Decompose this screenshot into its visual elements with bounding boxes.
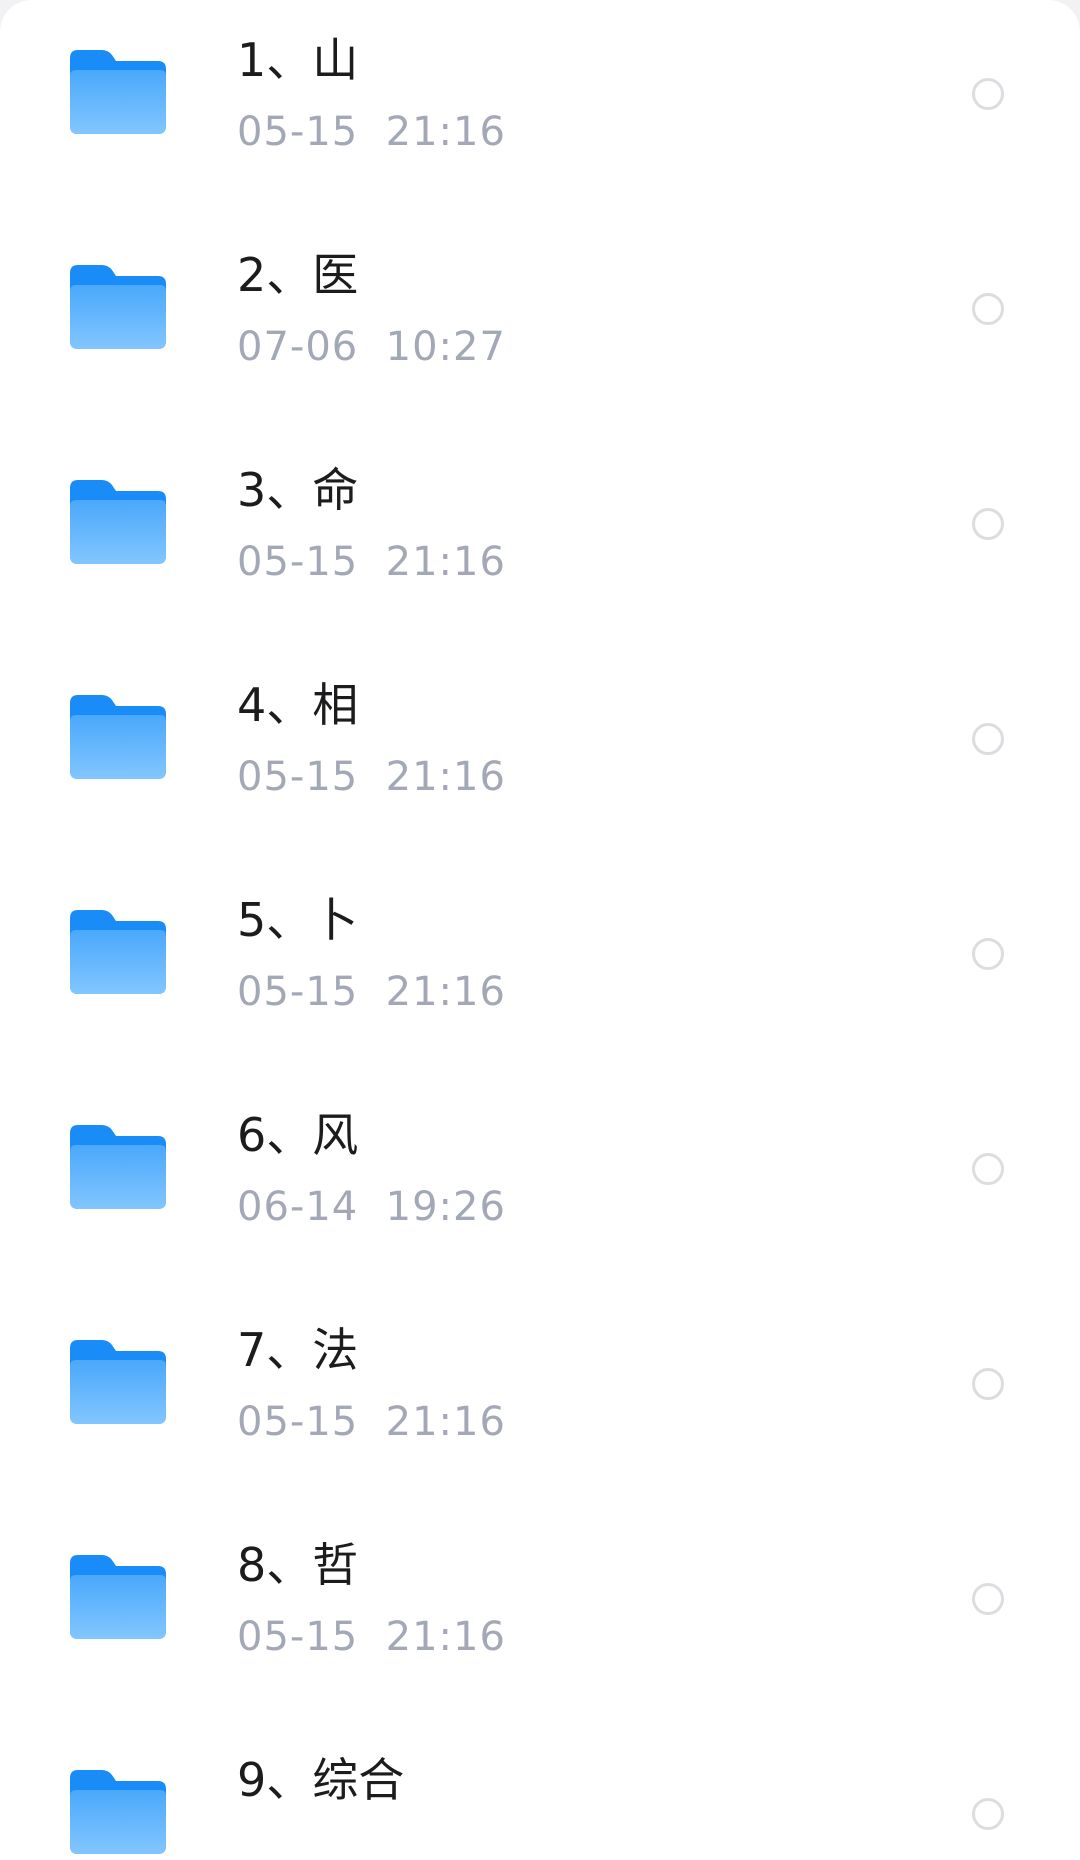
folder-row[interactable]: 5、卜 05-15 21:16 — [0, 860, 1080, 1075]
folder-row[interactable]: 6、风 06-14 19:26 — [0, 1075, 1080, 1290]
folder-date: 05-15 21:16 — [237, 754, 506, 800]
folder-row[interactable]: 3、命 05-15 21:16 — [0, 430, 1080, 645]
folder-name: 7、法 — [237, 1323, 359, 1377]
folder-list: 1、山 05-15 21:16 2、医 07-06 10:27 3、命 05-1… — [0, 0, 1080, 1860]
folder-icon — [70, 265, 166, 349]
folder-name: 8、哲 — [237, 1538, 359, 1592]
folder-date: 05-15 21:16 — [237, 969, 506, 1015]
radio-circle-icon[interactable] — [972, 1798, 1004, 1830]
folder-name: 1、山 — [237, 33, 359, 87]
folder-icon — [70, 1555, 166, 1639]
folder-icon — [70, 910, 166, 994]
folder-icon — [70, 1125, 166, 1209]
folder-date: 05-15 21:16 — [237, 1614, 506, 1660]
folder-date: 07-06 10:27 — [237, 324, 506, 370]
folder-date: 05-15 21:16 — [237, 1399, 506, 1445]
folder-name: 9、综合 — [237, 1753, 405, 1807]
folder-date: 05-15 21:16 — [237, 109, 506, 155]
folder-date: 06-14 19:26 — [237, 1184, 506, 1230]
radio-circle-icon[interactable] — [972, 78, 1004, 110]
folder-row[interactable]: 7、法 05-15 21:16 — [0, 1290, 1080, 1505]
radio-circle-icon[interactable] — [972, 938, 1004, 970]
folder-row[interactable]: 1、山 05-15 21:16 — [0, 0, 1080, 215]
folder-row[interactable]: 4、相 05-15 21:16 — [0, 645, 1080, 860]
folder-name: 6、风 — [237, 1108, 359, 1162]
folder-icon — [70, 695, 166, 779]
radio-circle-icon[interactable] — [972, 1583, 1004, 1615]
radio-circle-icon[interactable] — [972, 723, 1004, 755]
folder-row[interactable]: 9、综合 — [0, 1720, 1080, 1860]
folder-icon — [70, 1340, 166, 1424]
folder-icon — [70, 50, 166, 134]
folder-row[interactable]: 2、医 07-06 10:27 — [0, 215, 1080, 430]
folder-name: 2、医 — [237, 248, 359, 302]
folder-row[interactable]: 8、哲 05-15 21:16 — [0, 1505, 1080, 1720]
folder-name: 4、相 — [237, 678, 359, 732]
radio-circle-icon[interactable] — [972, 1368, 1004, 1400]
radio-circle-icon[interactable] — [972, 508, 1004, 540]
folder-name: 3、命 — [237, 463, 359, 517]
folder-name: 5、卜 — [237, 893, 359, 947]
folder-date: 05-15 21:16 — [237, 539, 506, 585]
folder-icon — [70, 1770, 166, 1854]
radio-circle-icon[interactable] — [972, 293, 1004, 325]
radio-circle-icon[interactable] — [972, 1153, 1004, 1185]
folder-icon — [70, 480, 166, 564]
file-list-card: 1、山 05-15 21:16 2、医 07-06 10:27 3、命 05-1… — [0, 0, 1080, 1860]
